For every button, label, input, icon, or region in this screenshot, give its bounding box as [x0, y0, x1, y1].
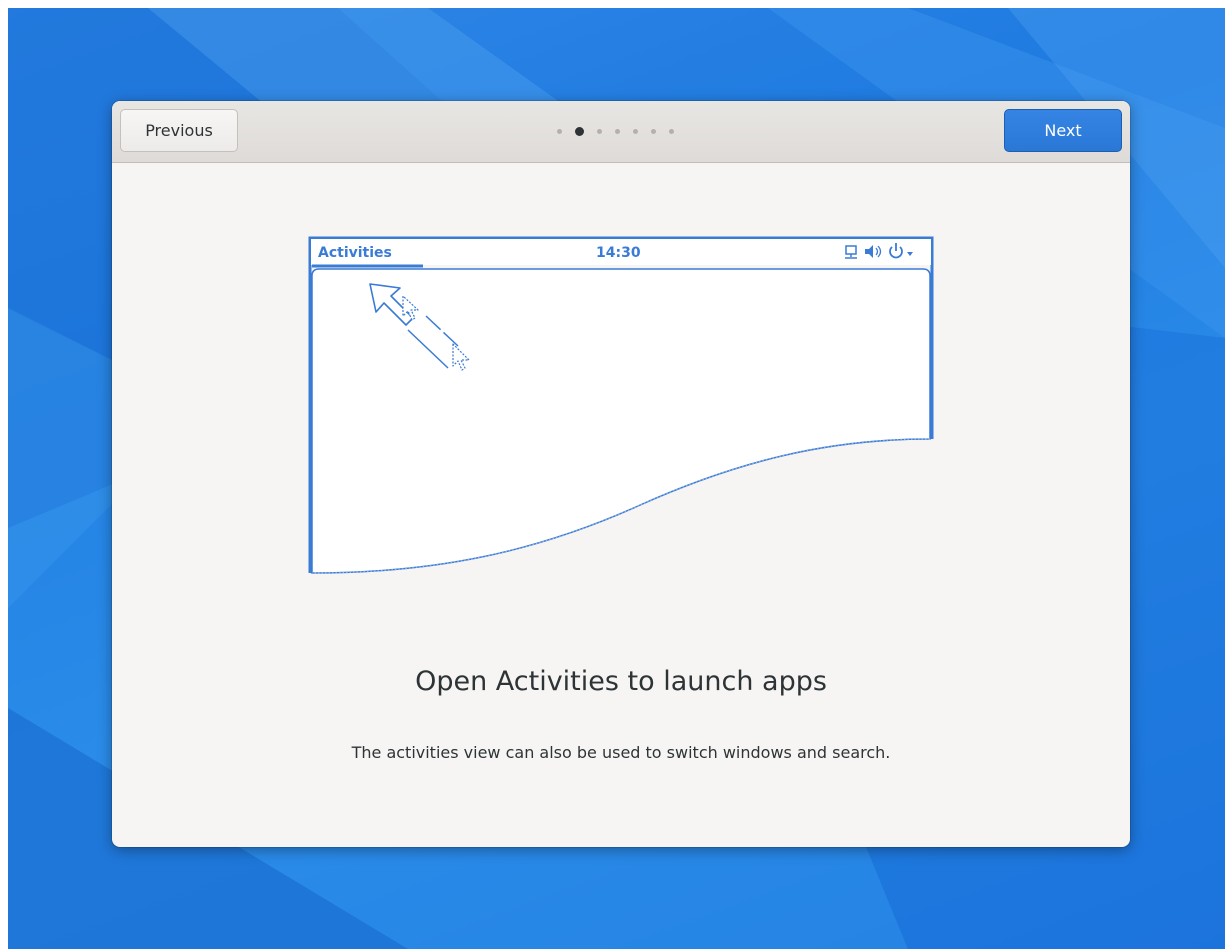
page-description: The activities view can also be used to …: [351, 743, 891, 762]
activities-illustration: Activities 14:30: [308, 236, 934, 574]
welcome-tour-dialog: Previous Next Activities 14:30 Open Acti…: [112, 101, 1130, 847]
next-button[interactable]: Next: [1004, 109, 1122, 152]
page-dot[interactable]: [669, 129, 674, 134]
page-dot[interactable]: [597, 129, 602, 134]
page-dot-active[interactable]: [575, 127, 584, 136]
page-dot[interactable]: [557, 129, 562, 134]
page-title: Open Activities to launch apps: [415, 666, 827, 697]
page-dot[interactable]: [633, 129, 638, 134]
illustration-activities-label: Activities: [318, 245, 392, 261]
illustration-clock: 14:30: [596, 245, 641, 261]
page-dot[interactable]: [615, 129, 620, 134]
desktop-background: Previous Next Activities 14:30 Open Acti…: [8, 8, 1225, 949]
page-dot[interactable]: [651, 129, 656, 134]
header-bar: Previous Next: [112, 101, 1130, 163]
page-indicator: [557, 127, 687, 136]
previous-button[interactable]: Previous: [120, 109, 238, 152]
